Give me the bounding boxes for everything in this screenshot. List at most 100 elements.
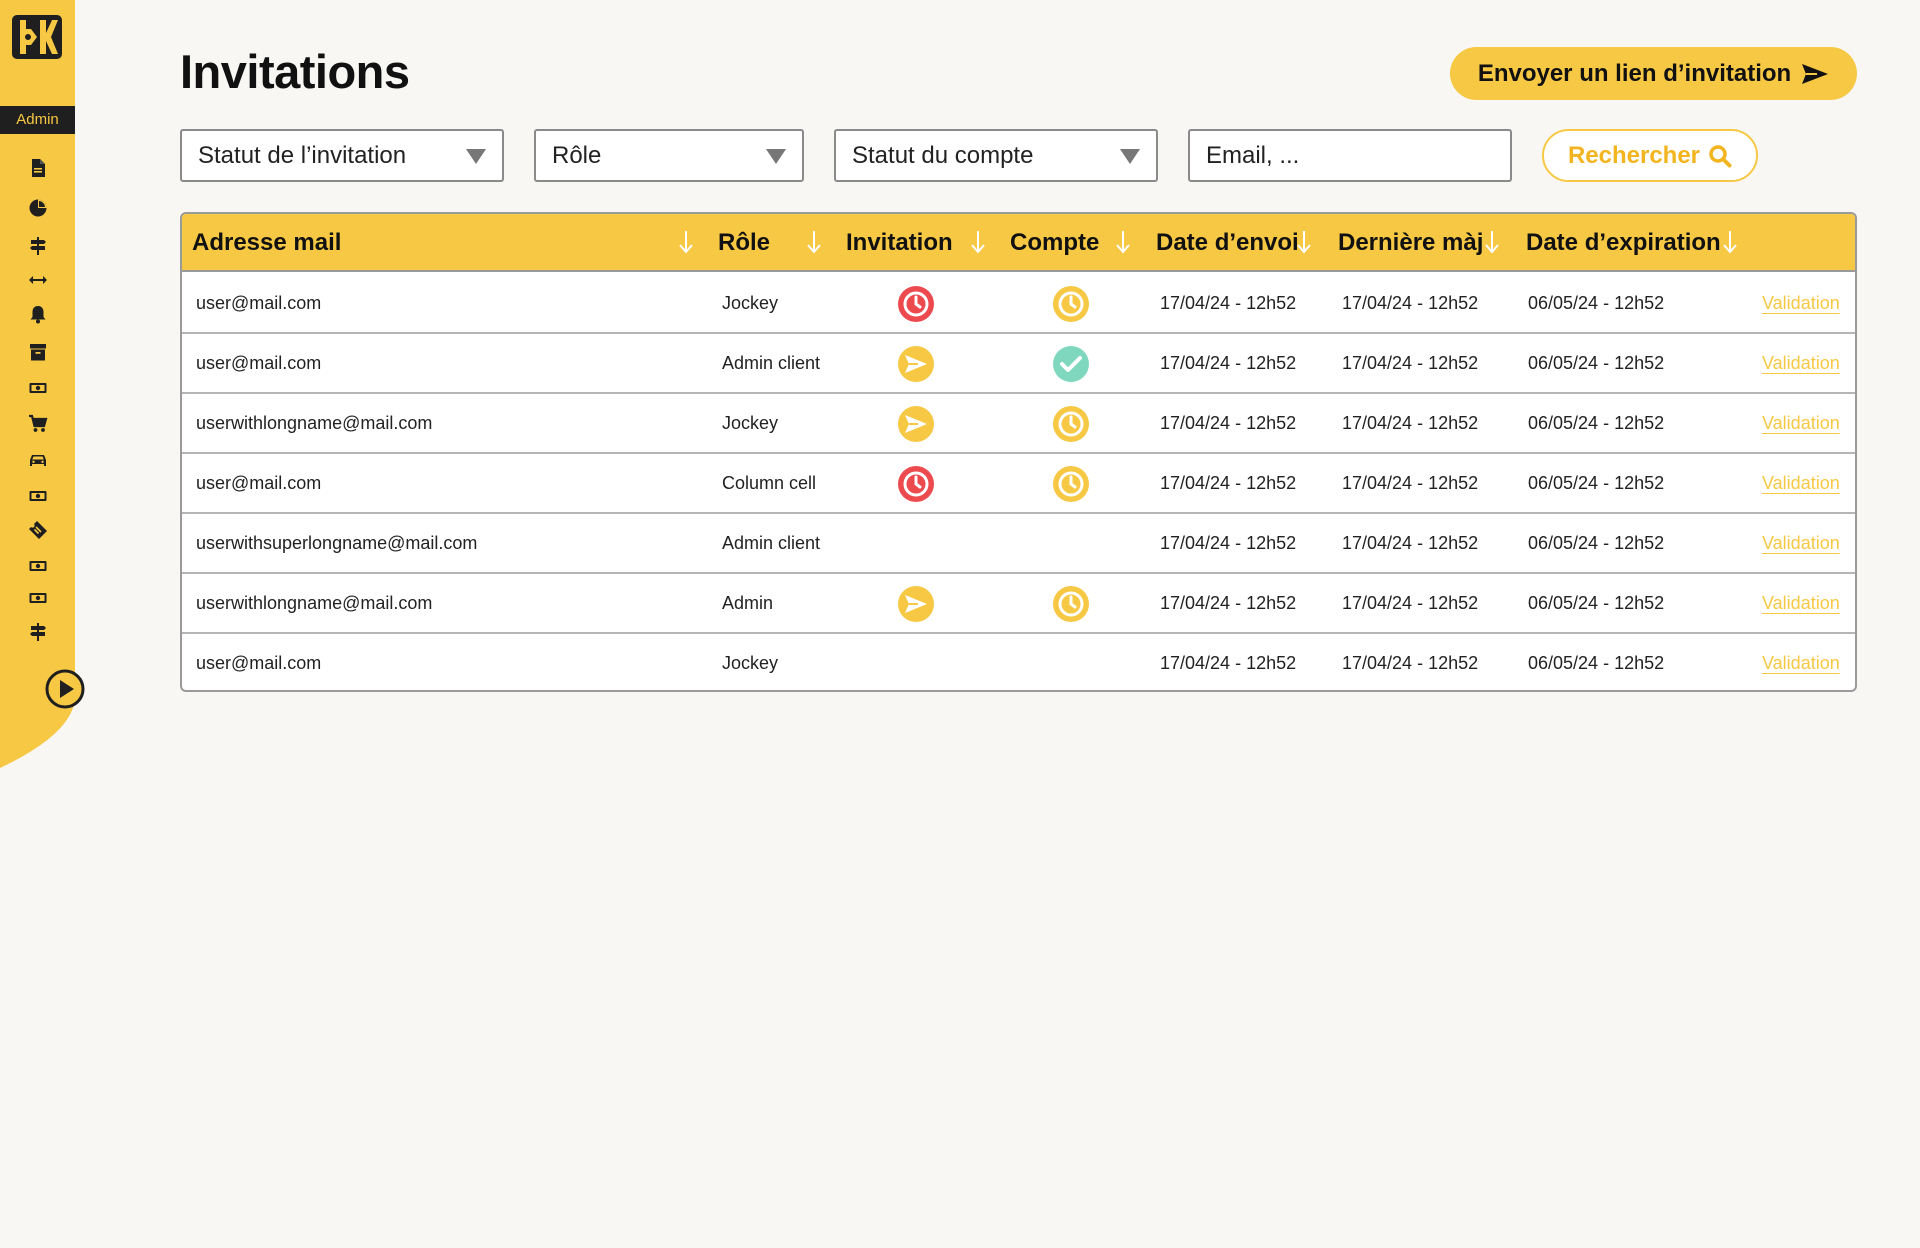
expired-clock-icon xyxy=(897,465,935,503)
column-header-role[interactable]: Rôle xyxy=(718,214,770,272)
validation-link[interactable]: Validation xyxy=(1762,394,1840,452)
column-header-account[interactable]: Compte xyxy=(1010,214,1099,272)
brand-logo xyxy=(12,15,62,59)
account-status-select-value: Statut du compte xyxy=(852,141,1034,169)
chevron-down-icon xyxy=(766,149,786,164)
validation-link[interactable]: Validation xyxy=(1762,634,1840,690)
email-cell: userwithsuperlongname@mail.com xyxy=(196,532,478,553)
chevron-down-icon xyxy=(466,149,486,164)
banknote-icon[interactable] xyxy=(28,588,48,608)
sent-date-cell: 17/04/24 - 12h52 xyxy=(1160,412,1297,433)
email-cell: user@mail.com xyxy=(196,352,322,373)
role-badge: Admin xyxy=(0,106,75,134)
account-status-select[interactable]: Statut du compte xyxy=(834,129,1158,182)
send-invitation-link-button[interactable]: Envoyer un lien d’invitation xyxy=(1450,47,1857,100)
sent-paper-plane-icon xyxy=(897,345,935,383)
expiry-date-cell: 06/05/24 - 12h52 xyxy=(1528,592,1665,613)
table-row[interactable]: user@mail.com Jockey 17/04/24 - 12h52 17/04… xyxy=(182,274,1855,334)
sent-date-cell: 17/04/24 - 12h52 xyxy=(1160,352,1297,373)
banknote-icon[interactable] xyxy=(28,378,48,398)
sidebar: Admin xyxy=(0,0,85,770)
last-update-cell: 17/04/24 - 12h52 xyxy=(1342,652,1479,673)
email-cell: user@mail.com xyxy=(196,472,322,493)
document-icon[interactable] xyxy=(28,158,48,178)
expiry-date-cell: 06/05/24 - 12h52 xyxy=(1528,412,1665,433)
car-icon[interactable] xyxy=(28,450,48,470)
role-cell: Jockey xyxy=(722,412,779,433)
banknote-icon[interactable] xyxy=(28,556,48,576)
search-button-label: Rechercher xyxy=(1567,141,1701,169)
search-button[interactable]: Rechercher xyxy=(1542,129,1758,182)
signpost-icon[interactable] xyxy=(28,622,48,642)
table-row[interactable]: userwithsuperlongname@mail.com Admin clie… xyxy=(182,514,1855,574)
sent-date-cell: 17/04/24 - 12h52 xyxy=(1160,532,1297,553)
sort-arrow-icon[interactable] xyxy=(1484,229,1500,255)
cart-icon[interactable] xyxy=(28,414,48,434)
pending-clock-icon xyxy=(1052,585,1090,623)
last-update-cell: 17/04/24 - 12h52 xyxy=(1342,292,1479,313)
page-title: Invitations xyxy=(180,45,410,98)
table-row[interactable]: user@mail.com Column cell 17/04/24 - 12h52… xyxy=(182,454,1855,514)
send-invitation-link-label: Envoyer un lien d’invitation xyxy=(1477,59,1792,87)
chevron-down-icon xyxy=(1120,149,1140,164)
last-update-cell: 17/04/24 - 12h52 xyxy=(1342,532,1479,553)
role-cell: Admin client xyxy=(722,352,821,373)
validated-check-icon xyxy=(1052,345,1090,383)
column-header-invitation[interactable]: Invitation xyxy=(846,214,953,272)
sent-date-cell: 17/04/24 - 12h52 xyxy=(1160,472,1297,493)
signpost-icon[interactable] xyxy=(28,236,48,256)
column-header-last-update[interactable]: Dernière màj xyxy=(1338,214,1483,272)
last-update-cell: 17/04/24 - 12h52 xyxy=(1342,412,1479,433)
sent-date-cell: 17/04/24 - 12h52 xyxy=(1160,592,1297,613)
pending-clock-icon xyxy=(1052,285,1090,323)
role-select-value: Rôle xyxy=(552,141,602,169)
invitations-table: Adresse mail Rôle Invitation Compte Date… xyxy=(180,212,1857,692)
arrows-horizontal-icon[interactable] xyxy=(28,270,48,290)
column-header-expiry-date[interactable]: Date d’expiration xyxy=(1526,214,1721,272)
archive-icon[interactable] xyxy=(28,342,48,362)
email-search-input[interactable] xyxy=(1188,129,1512,182)
banknote-icon[interactable] xyxy=(28,486,48,506)
validation-link[interactable]: Validation xyxy=(1762,454,1840,512)
pending-clock-icon xyxy=(1052,465,1090,503)
sent-paper-plane-icon xyxy=(897,585,935,623)
table-row[interactable]: userwithlongname@mail.com Admin 17/04/24 -… xyxy=(182,574,1855,634)
table-header: Adresse mail Rôle Invitation Compte Date… xyxy=(182,214,1855,272)
last-update-cell: 17/04/24 - 12h52 xyxy=(1342,352,1479,373)
validation-link[interactable]: Validation xyxy=(1762,334,1840,392)
email-cell: userwithlongname@mail.com xyxy=(196,592,433,613)
bell-icon[interactable] xyxy=(28,304,48,324)
column-header-sent-date[interactable]: Date d’envoi xyxy=(1156,214,1299,272)
table-row[interactable]: user@mail.com Admin client 17/04/24 - 12h5… xyxy=(182,334,1855,394)
sent-date-cell: 17/04/24 - 12h52 xyxy=(1160,292,1297,313)
email-cell: user@mail.com xyxy=(196,292,322,313)
role-cell: Admin xyxy=(722,592,774,613)
role-select[interactable]: Rôle xyxy=(534,129,804,182)
role-cell: Jockey xyxy=(722,292,779,313)
sort-arrow-icon[interactable] xyxy=(1722,229,1738,255)
sort-arrow-icon[interactable] xyxy=(1115,229,1131,255)
validation-link[interactable]: Validation xyxy=(1762,514,1840,572)
sent-date-cell: 17/04/24 - 12h52 xyxy=(1160,652,1297,673)
column-header-email[interactable]: Adresse mail xyxy=(192,214,341,272)
sent-paper-plane-icon xyxy=(897,405,935,443)
expiry-date-cell: 06/05/24 - 12h52 xyxy=(1528,352,1665,373)
validation-link[interactable]: Validation xyxy=(1762,274,1840,332)
expired-clock-icon xyxy=(897,285,935,323)
validation-link[interactable]: Validation xyxy=(1762,574,1840,632)
email-cell: user@mail.com xyxy=(196,652,322,673)
sort-arrow-icon[interactable] xyxy=(1296,229,1312,255)
invitation-status-select[interactable]: Statut de l’invitation xyxy=(180,129,504,182)
table-row[interactable]: user@mail.com Jockey 17/04/24 - 12h52 17/04… xyxy=(182,634,1855,690)
ticket-icon[interactable] xyxy=(28,520,48,540)
expiry-date-cell: 06/05/24 - 12h52 xyxy=(1528,292,1665,313)
last-update-cell: 17/04/24 - 12h52 xyxy=(1342,592,1479,613)
play-icon[interactable] xyxy=(45,669,85,709)
expiry-date-cell: 06/05/24 - 12h52 xyxy=(1528,532,1665,553)
sort-arrow-icon[interactable] xyxy=(806,229,822,255)
table-row[interactable]: userwithlongname@mail.com Jockey 17/04/24 … xyxy=(182,394,1855,454)
sort-arrow-icon[interactable] xyxy=(970,229,986,255)
pie-chart-icon[interactable] xyxy=(28,198,48,218)
email-cell: userwithlongname@mail.com xyxy=(196,412,433,433)
sort-arrow-icon[interactable] xyxy=(678,229,694,255)
